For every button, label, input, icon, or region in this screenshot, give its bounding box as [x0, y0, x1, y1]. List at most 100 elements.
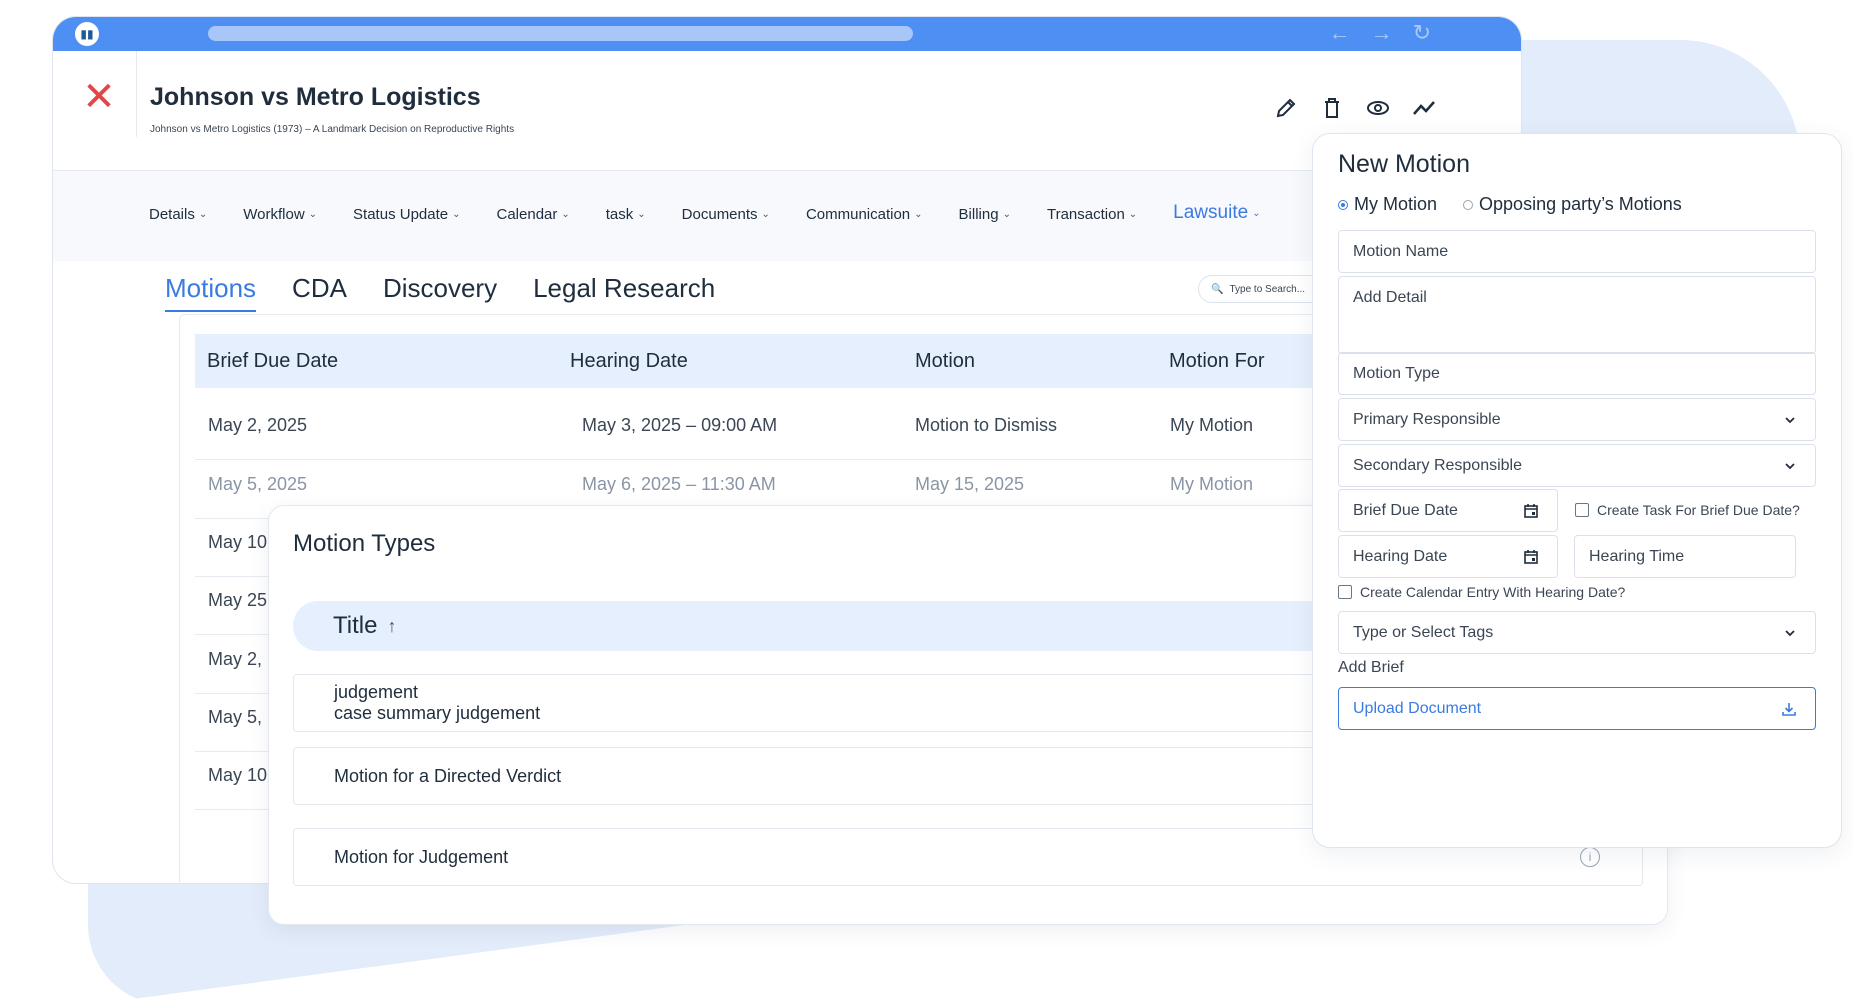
hearing-date-placeholder: Hearing Date [1353, 547, 1448, 565]
module-nav: Details ⌄ Workflow ⌄ Status Update ⌄ Calendar ⌄… [53, 171, 1521, 261]
nav-item-label: Calendar [496, 206, 558, 223]
create-task-checkbox[interactable]: Create Task For Brief Due Date? [1575, 502, 1800, 518]
back-arrow-icon[interactable]: ← [1329, 20, 1351, 46]
add-detail-textarea[interactable]: Add Detail [1338, 276, 1816, 354]
lawsuite-subtabs: Motions CDA Discovery Legal Research [165, 273, 715, 312]
motion-type-placeholder: Motion Type [1353, 364, 1440, 382]
chevron-down-icon: ⌄ [561, 209, 570, 220]
case-subtitle: Johnson vs Metro Logistics (1973) – A La… [150, 124, 515, 135]
nav-item-label: Billing [958, 206, 999, 223]
nav-item-label: task [605, 206, 634, 223]
brief-due-date-input[interactable]: Brief Due Date [1338, 489, 1558, 532]
tab-legal-research[interactable]: Legal Research [533, 273, 715, 312]
tab-discovery[interactable]: Discovery [383, 273, 497, 312]
nav-item-label: Workflow [243, 206, 305, 223]
table-cell: May 5, 2025 [208, 474, 308, 494]
chevron-down-icon: ⌄ [914, 209, 923, 220]
chevron-down-icon: ⌄ [1002, 209, 1011, 220]
nav-item-label: Transaction [1046, 206, 1125, 223]
header-divider [136, 51, 137, 137]
nav-item-transaction[interactable]: Transaction ⌄ [1047, 205, 1137, 224]
browser-nav: ← → ↻ [1329, 20, 1431, 46]
nav-item-communication[interactable]: Communication ⌄ [806, 205, 923, 224]
chevron-down-icon: ⌄ [761, 209, 770, 220]
header-motion-for[interactable]: Motion For [1169, 350, 1265, 373]
address-bar[interactable] [208, 26, 913, 41]
radio-label: Opposing party’s Motions [1479, 194, 1682, 214]
calendar-icon[interactable] [1523, 503, 1539, 519]
radio-my-motion[interactable]: My Motion [1338, 194, 1437, 215]
tab-cda[interactable]: CDA [292, 273, 347, 312]
create-task-label: Create Task For Brief Due Date? [1597, 502, 1800, 518]
nav-item-workflow[interactable]: Workflow ⌄ [243, 205, 317, 224]
nav-item-label: Communication [805, 206, 911, 223]
primary-responsible-select[interactable]: Primary Responsible [1338, 398, 1816, 441]
table-cell: May 10 [208, 532, 268, 552]
secondary-responsible-select[interactable]: Secondary Responsible [1338, 444, 1816, 487]
close-icon[interactable]: ✕ [81, 77, 117, 117]
table-cell: Motion to Dismiss [915, 415, 1058, 435]
header-hearing-date[interactable]: Hearing Date [570, 350, 688, 373]
view-icon[interactable] [1365, 95, 1391, 121]
module-nav-items: Details ⌄ Workflow ⌄ Status Update ⌄ Calendar ⌄… [149, 202, 1261, 224]
browser-topbar: ▮▮ ← → ↻ [53, 17, 1521, 51]
table-cell: May 5, [208, 707, 263, 727]
table-cell: May 3, 2025 – 09:00 AM [582, 415, 778, 435]
chevron-down-icon: ⌄ [637, 209, 646, 220]
nav-item-label: Lawsuite [1173, 202, 1249, 223]
delete-icon[interactable] [1319, 95, 1345, 121]
table-cell: May 10 [208, 765, 268, 785]
title-column-label: Title [333, 612, 378, 639]
nav-item-billing[interactable]: Billing ⌄ [959, 205, 1011, 224]
hearing-time-input[interactable]: Hearing Time [1574, 535, 1796, 578]
radio-indicator [1463, 199, 1474, 210]
nav-item-lawsuite[interactable]: Lawsuite ⌄ [1173, 202, 1260, 224]
table-cell: May 6, 2025 – 11:30 AM [582, 474, 776, 494]
sort-arrow-up-icon[interactable]: ↑ [387, 616, 396, 637]
primary-responsible-placeholder: Primary Responsible [1353, 410, 1501, 428]
calendar-entry-checkbox[interactable]: Create Calendar Entry With Hearing Date? [1338, 584, 1625, 600]
header-brief-due-date[interactable]: Brief Due Date [207, 350, 338, 373]
brief-due-date-placeholder: Brief Due Date [1353, 501, 1458, 519]
chevron-down-icon [1785, 416, 1795, 423]
hearing-date-input[interactable]: Hearing Date [1338, 535, 1558, 578]
calendar-icon[interactable] [1523, 549, 1539, 565]
add-detail-placeholder: Add Detail [1353, 289, 1427, 306]
chevron-down-icon: ⌄ [1128, 209, 1138, 220]
nav-item-status-update[interactable]: Status Update ⌄ [353, 205, 460, 224]
secondary-responsible-placeholder: Secondary Responsible [1353, 456, 1522, 474]
new-motion-title: New Motion [1338, 150, 1470, 178]
refresh-icon[interactable]: ↻ [1413, 20, 1431, 46]
nav-item-calendar[interactable]: Calendar ⌄ [497, 205, 570, 224]
nav-item-label: Status Update [353, 206, 449, 223]
edit-icon[interactable] [1273, 95, 1299, 121]
chevron-down-icon: ⌄ [308, 209, 318, 220]
nav-item-documents[interactable]: Documents ⌄ [682, 205, 770, 224]
chevron-down-icon [1785, 629, 1795, 636]
motion-for-radios: My Motion Opposing party’s Motions [1338, 194, 1682, 215]
nav-item-task[interactable]: task ⌄ [606, 205, 646, 224]
app-logo-icon: ▮▮ [75, 22, 99, 46]
header-motion[interactable]: Motion [915, 350, 975, 373]
new-motion-panel: New Motion My Motion Opposing party’s Mo… [1312, 133, 1842, 848]
calendar-entry-label: Create Calendar Entry With Hearing Date? [1360, 584, 1626, 600]
tags-select[interactable]: Type or Select Tags [1338, 611, 1816, 654]
table-cell: May 25 [208, 590, 268, 610]
forward-arrow-icon[interactable]: → [1371, 20, 1393, 46]
nav-item-details[interactable]: Details ⌄ [149, 205, 207, 224]
upload-document-button[interactable]: Upload Document [1338, 687, 1816, 730]
upload-document-label: Upload Document [1353, 699, 1482, 717]
radio-opposing-motions[interactable]: Opposing party’s Motions [1463, 194, 1682, 215]
motion-type-input[interactable]: Motion Type [1338, 352, 1816, 395]
info-icon[interactable]: i [1580, 847, 1600, 867]
checkbox-box [1575, 503, 1589, 517]
nav-item-label: Details [149, 206, 195, 223]
activity-icon[interactable] [1411, 95, 1437, 121]
motion-name-input[interactable]: Motion Name [1338, 230, 1816, 273]
search-placeholder: Type to Search... [1229, 283, 1306, 295]
motion-types-title: Motion Types [293, 530, 436, 557]
chevron-down-icon: ⌄ [1252, 207, 1261, 219]
case-header: ✕ Johnson vs Metro Logistics Johnson vs … [53, 51, 1521, 171]
tab-motions[interactable]: Motions [165, 273, 257, 312]
add-brief-label: Add Brief [1338, 659, 1404, 676]
